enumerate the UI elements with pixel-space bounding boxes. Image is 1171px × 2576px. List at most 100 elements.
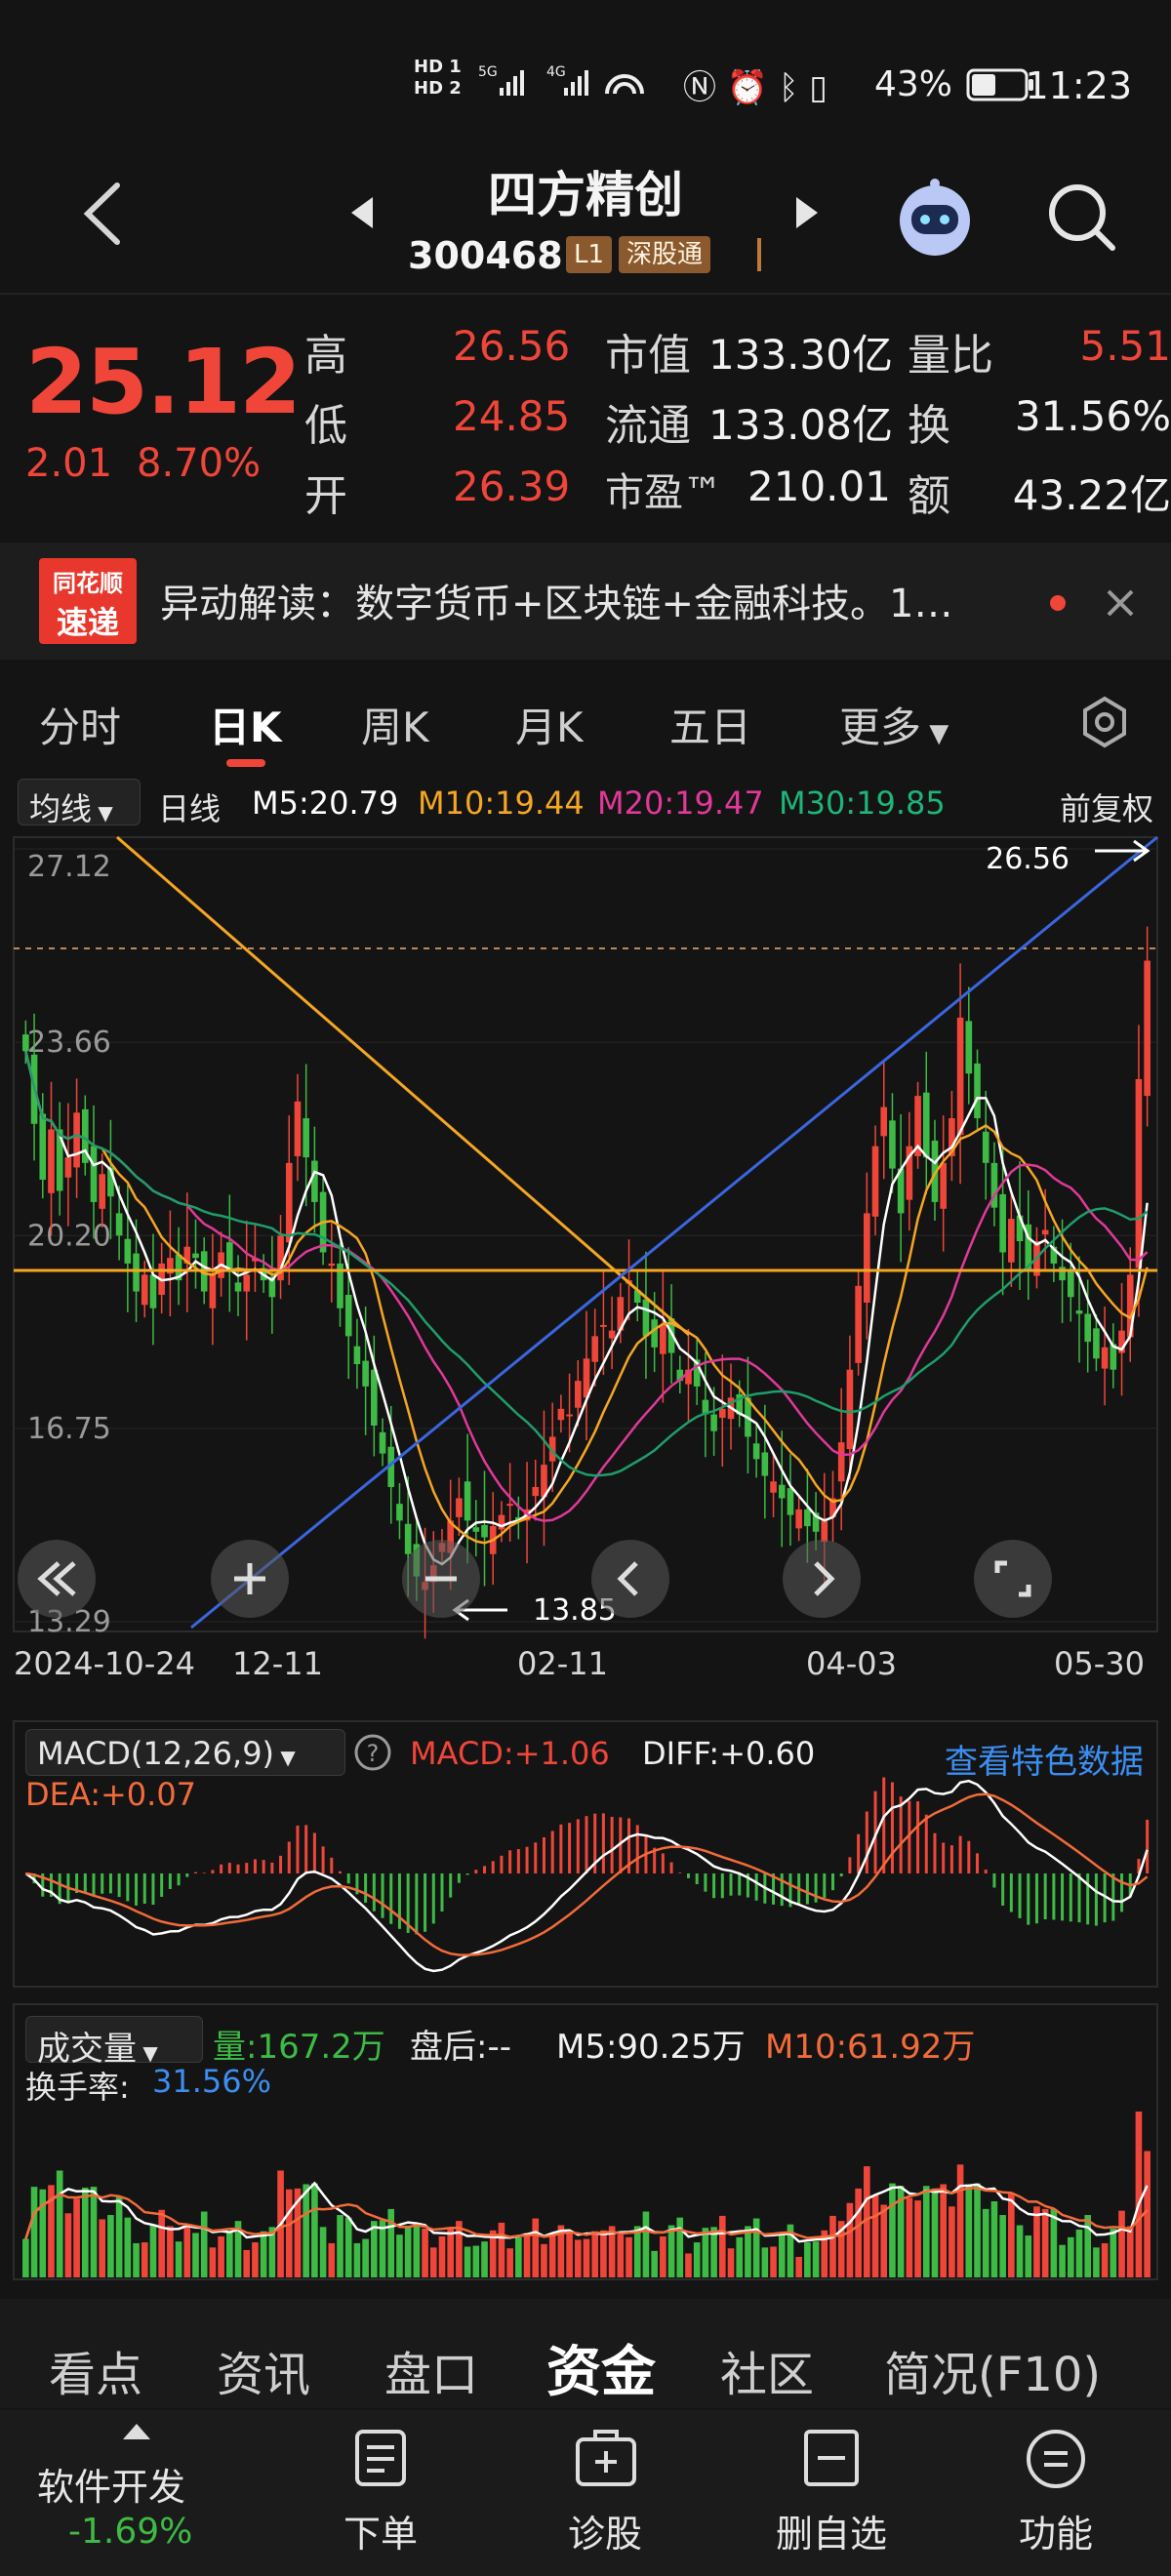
candle-body: [566, 1414, 573, 1417]
candle-body: [761, 1452, 769, 1476]
tab-f10[interactable]: 简况(F10): [884, 2336, 1101, 2404]
volume-bar: [1135, 2112, 1143, 2277]
volume-bar: [591, 2231, 599, 2277]
tab-news[interactable]: 资讯: [217, 2336, 310, 2404]
volume-bar: [183, 2227, 191, 2277]
tab-funds[interactable]: 资金: [546, 2328, 656, 2407]
volume-bar: [940, 2184, 947, 2277]
candle-body: [600, 1324, 607, 1327]
logo-top: 同花顺: [53, 570, 123, 597]
tab-five-day[interactable]: 五日: [669, 695, 751, 754]
volume-bar: [999, 2215, 1006, 2277]
candle-body: [73, 1112, 80, 1168]
candle-body: [846, 1369, 854, 1450]
candle-body: [1144, 960, 1151, 1097]
volume-bar: [617, 2234, 625, 2277]
open-label: 开: [304, 471, 347, 521]
volume-bar: [566, 2231, 573, 2277]
candle-body: [974, 1063, 981, 1119]
volume-bar: [1067, 2236, 1074, 2277]
volume-bar: [396, 2234, 403, 2277]
volume-bar: [133, 2242, 140, 2277]
tab-timeshare[interactable]: 分时: [39, 695, 121, 754]
candle-body: [999, 1193, 1006, 1253]
volume-bar: [718, 2215, 726, 2277]
indicator-select-text: 均线: [29, 790, 93, 827]
volume-bar: [880, 2204, 888, 2277]
volume-bar: [200, 2211, 208, 2277]
remove-watchlist-label[interactable]: 删自选: [734, 2504, 929, 2557]
fullscreen-button[interactable]: [974, 1540, 1052, 1618]
tab-monthly-k[interactable]: 月K: [515, 695, 584, 754]
net2-label: 4G: [546, 64, 566, 80]
k-chart[interactable]: 27.1223.6620.2016.7513.29 26.56 13.85: [0, 829, 1171, 1639]
candle-body: [379, 1431, 386, 1454]
tab-community[interactable]: 社区: [720, 2336, 814, 2404]
volume-bar: [829, 2215, 836, 2277]
candle-body: [880, 1107, 888, 1137]
ma10-label: M10:19.44: [418, 785, 585, 822]
low-value: 24.85: [453, 392, 571, 440]
volume-bar: [548, 2233, 556, 2277]
zoom-out-button[interactable]: [402, 1540, 480, 1618]
volume-bar: [1093, 2247, 1100, 2277]
order-label[interactable]: 下单: [283, 2504, 478, 2557]
candle-body: [192, 1253, 199, 1259]
candle-body: [871, 1146, 879, 1217]
news-ticker[interactable]: 同花顺 速递 异动解读：数字货币+区块链+金融科技。1…: [0, 543, 1171, 660]
sector-name[interactable]: 软件开发: [37, 2457, 185, 2511]
volume-bar: [982, 2208, 989, 2277]
rewind-icon: [37, 1561, 76, 1596]
k-chart-frame: [13, 836, 1158, 1632]
ths-logo: 同花顺 速递: [39, 558, 137, 644]
tab-more[interactable]: 更多 ▼: [839, 695, 949, 754]
search-icon[interactable]: [1044, 180, 1118, 254]
caret-up-icon[interactable]: [121, 2422, 152, 2441]
float-label: 流通: [605, 401, 691, 451]
last-price: 25.12: [25, 330, 302, 434]
diagnose-icon[interactable]: [574, 2428, 638, 2490]
volume-bar: [523, 2233, 531, 2277]
nfc-icon: Ⓝ: [683, 68, 716, 107]
candle-body: [90, 1146, 98, 1202]
close-icon[interactable]: [1103, 585, 1138, 621]
volume-bar: [906, 2197, 913, 2277]
volume-bar: [1008, 2193, 1015, 2277]
prev-button[interactable]: [591, 1540, 669, 1618]
rewind-button[interactable]: [18, 1540, 96, 1618]
robot-icon[interactable]: [890, 172, 980, 262]
zoom-in-button[interactable]: [211, 1540, 289, 1618]
candle-body: [718, 1408, 726, 1418]
menu-icon[interactable]: [1025, 2428, 1087, 2490]
diff-line: [24, 1779, 1149, 1973]
volume-bar: [702, 2228, 709, 2277]
volume-bar: [107, 2215, 114, 2277]
volume-bar: [1101, 2242, 1109, 2277]
next-button[interactable]: [783, 1540, 861, 1618]
amount-label: 额: [908, 471, 950, 521]
tab-order-book[interactable]: 盘口: [384, 2336, 478, 2404]
function-label[interactable]: 功能: [958, 2504, 1153, 2557]
volume-bar: [167, 2226, 174, 2277]
diagnose-label[interactable]: 诊股: [507, 2504, 703, 2557]
volume-bar: [778, 2232, 786, 2277]
adjust-mode[interactable]: 前复权: [1060, 785, 1153, 829]
volume-bar: [319, 2227, 327, 2277]
volume-bar: [974, 2183, 981, 2277]
volume-bar: [795, 2256, 802, 2277]
tab-daily-k[interactable]: 日K: [209, 695, 282, 754]
fullscreen-icon: [994, 1560, 1031, 1597]
tab-weekly-k[interactable]: 周K: [361, 695, 429, 754]
candle-body: [1093, 1328, 1100, 1359]
volume-bar: [447, 2229, 455, 2277]
remove-watchlist-icon[interactable]: [802, 2428, 861, 2490]
y-tick-label: 27.12: [27, 850, 111, 884]
settings-icon[interactable]: [1077, 695, 1132, 749]
candle-body: [481, 1524, 488, 1538]
tab-highlights[interactable]: 看点: [49, 2336, 142, 2404]
volume-bar: [149, 2224, 157, 2277]
candle-body: [642, 1299, 650, 1337]
next-stock-icon[interactable]: [792, 193, 822, 232]
order-icon[interactable]: [351, 2428, 410, 2490]
y-tick-label: 23.66: [27, 1026, 111, 1060]
